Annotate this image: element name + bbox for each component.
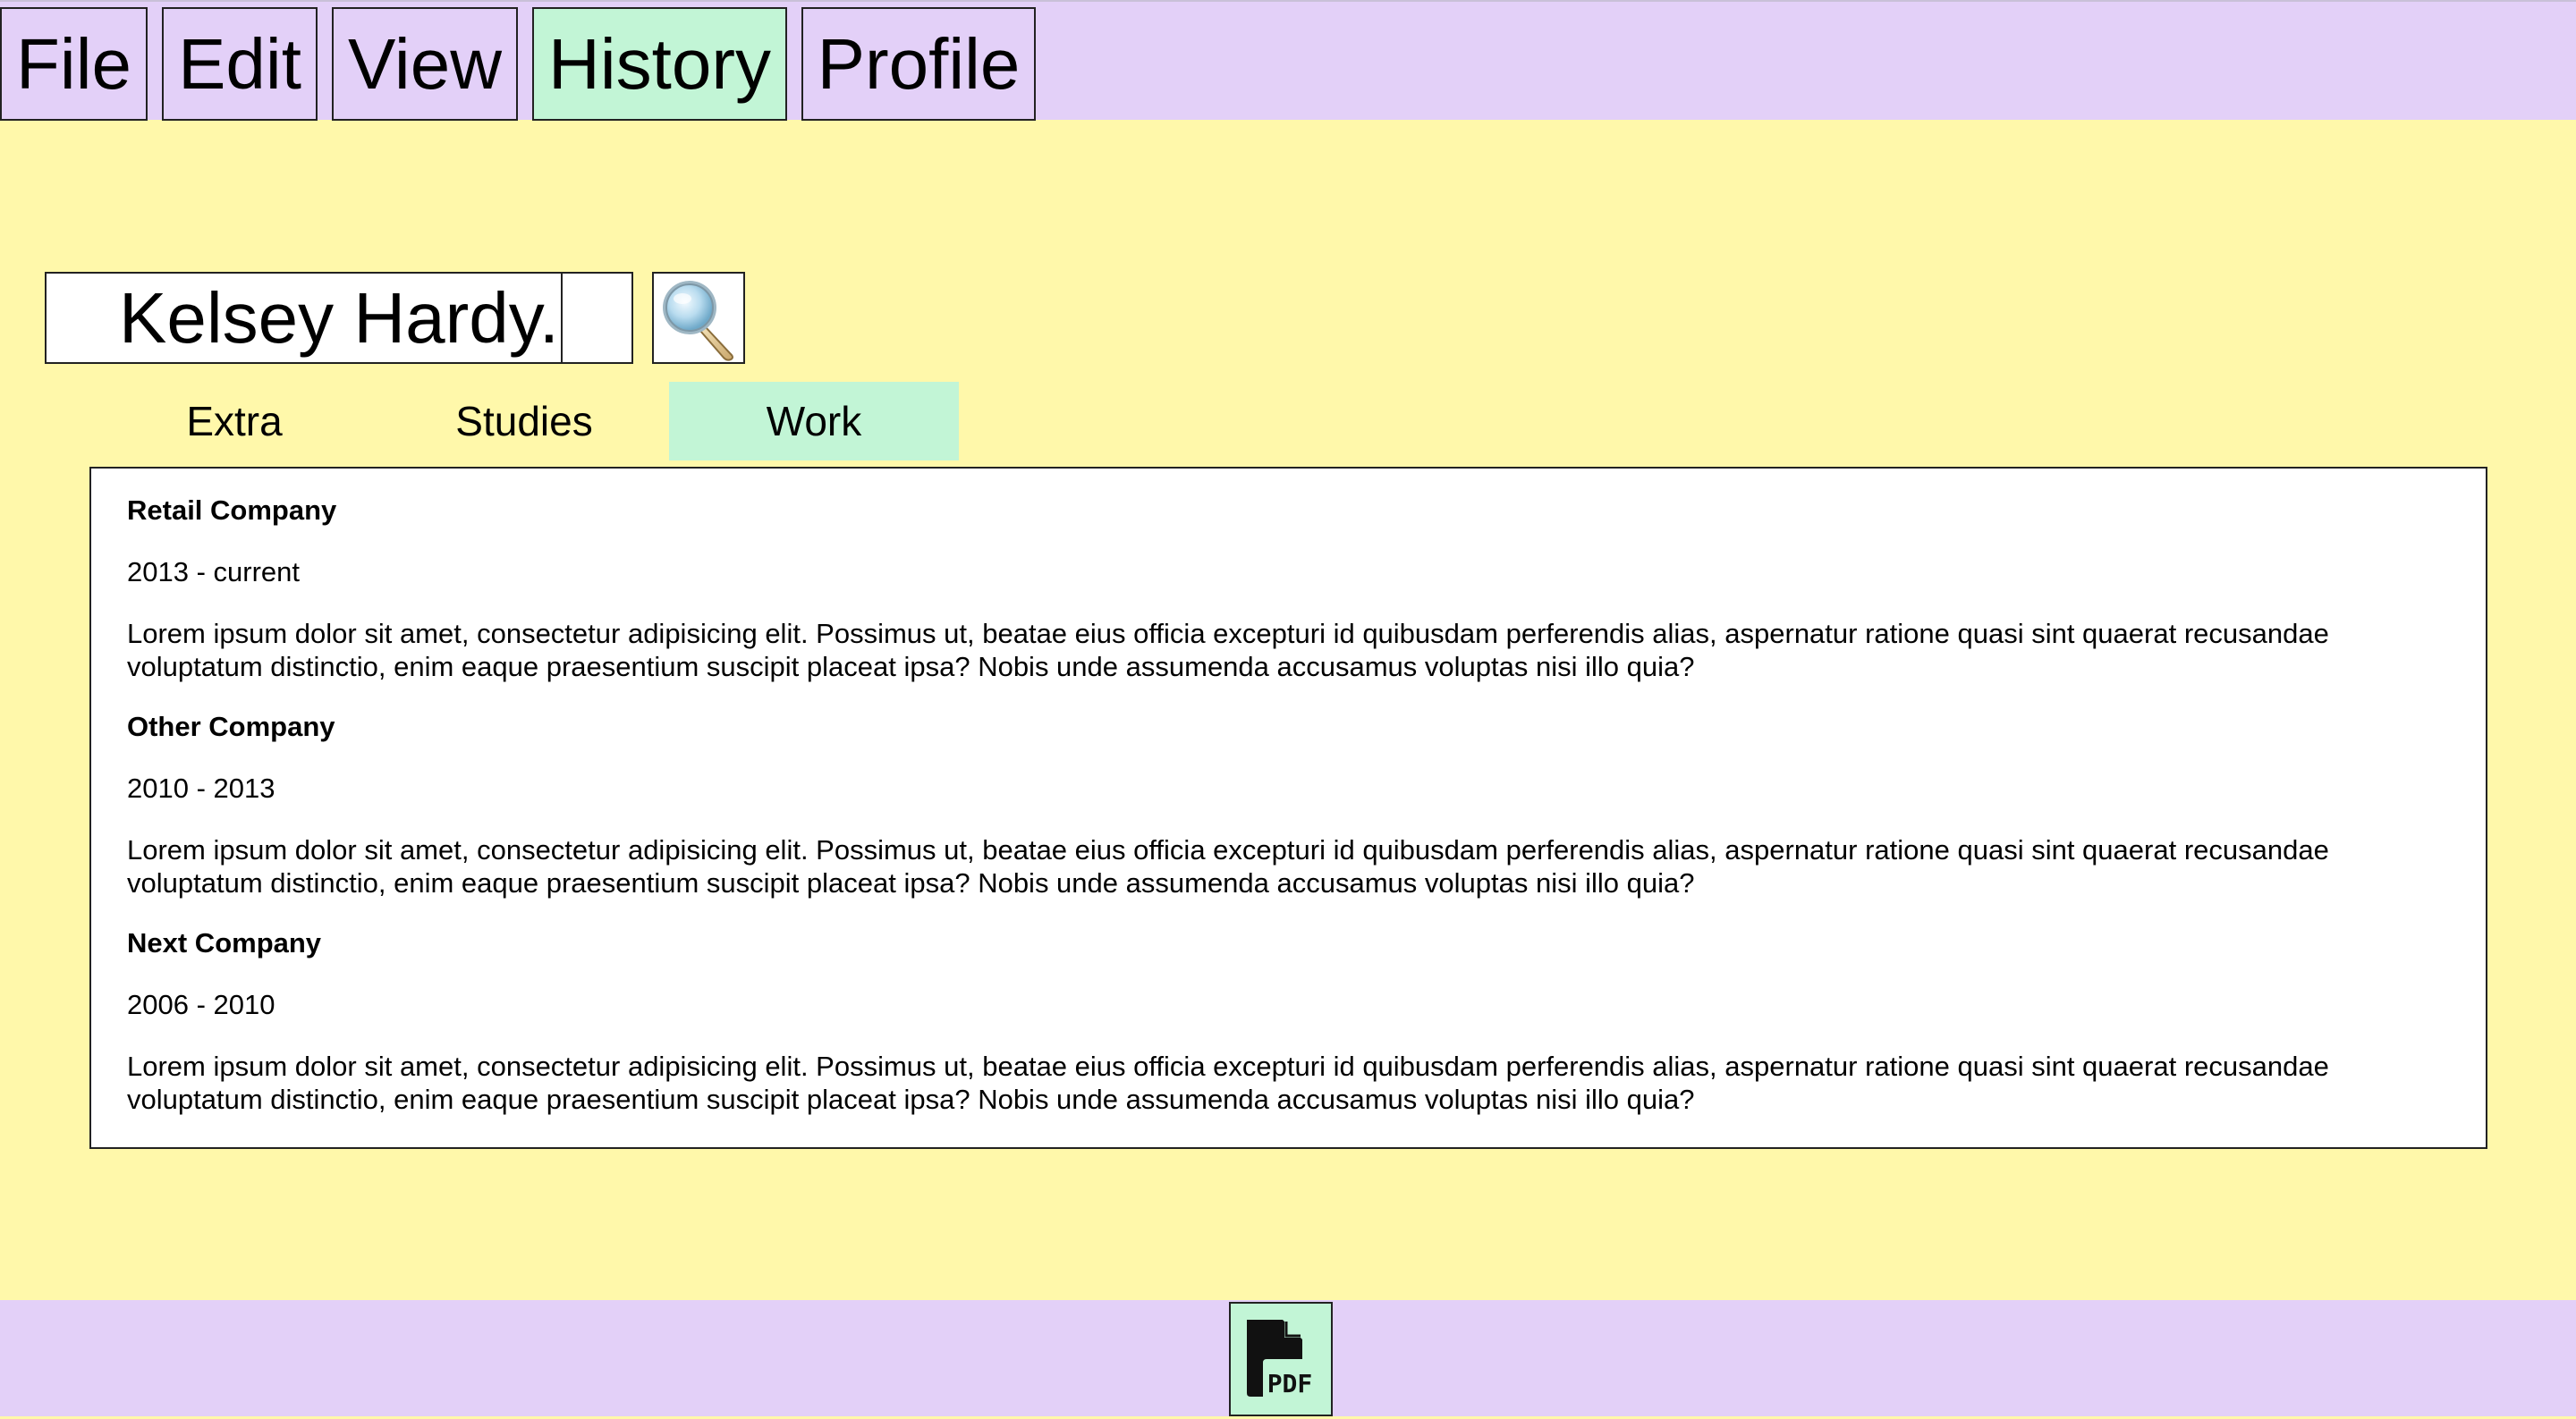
- work-entry: Other Company 2010 - 2013 Lorem ipsum do…: [127, 710, 2450, 900]
- pdf-download-button[interactable]: PDF: [1229, 1302, 1333, 1416]
- menu-history-button[interactable]: History: [532, 7, 787, 121]
- search-input-divider: [561, 274, 563, 362]
- menu-file-button[interactable]: File: [0, 7, 148, 121]
- work-entry: Retail Company 2013 - current Lorem ipsu…: [127, 494, 2450, 683]
- work-entry: Next Company 2006 - 2010 Lorem ipsum dol…: [127, 926, 2450, 1116]
- menu-profile-button[interactable]: Profile: [801, 7, 1036, 121]
- menu-edit-button[interactable]: Edit: [162, 7, 318, 121]
- search-button[interactable]: [652, 272, 745, 364]
- company-name: Other Company: [127, 711, 335, 742]
- search-input[interactable]: Kelsey Hardy.: [45, 272, 633, 364]
- employment-period: 2006 - 2010: [127, 989, 275, 1020]
- job-description: Lorem ipsum dolor sit amet, consectetur …: [127, 834, 2329, 899]
- magnifier-icon: [663, 281, 733, 361]
- job-description: Lorem ipsum dolor sit amet, consectetur …: [127, 1051, 2329, 1115]
- job-description: Lorem ipsum dolor sit amet, consectetur …: [127, 618, 2329, 682]
- tab-work[interactable]: Work: [669, 382, 959, 460]
- employment-period: 2010 - 2013: [127, 773, 275, 804]
- pdf-icon-label: PDF: [1267, 1369, 1313, 1398]
- tab-studies[interactable]: Studies: [379, 382, 669, 460]
- company-name: Retail Company: [127, 494, 337, 526]
- menu-bar: File Edit View History Profile: [0, 0, 2576, 121]
- tab-extra[interactable]: Extra: [89, 382, 379, 460]
- pdf-file-icon: PDF: [1247, 1320, 1313, 1398]
- menu-view-button[interactable]: View: [332, 7, 518, 121]
- employment-period: 2013 - current: [127, 556, 300, 587]
- search-input-value[interactable]: Kelsey Hardy.: [47, 274, 561, 362]
- work-panel: Retail Company 2013 - current Lorem ipsu…: [89, 467, 2487, 1149]
- company-name: Next Company: [127, 927, 322, 959]
